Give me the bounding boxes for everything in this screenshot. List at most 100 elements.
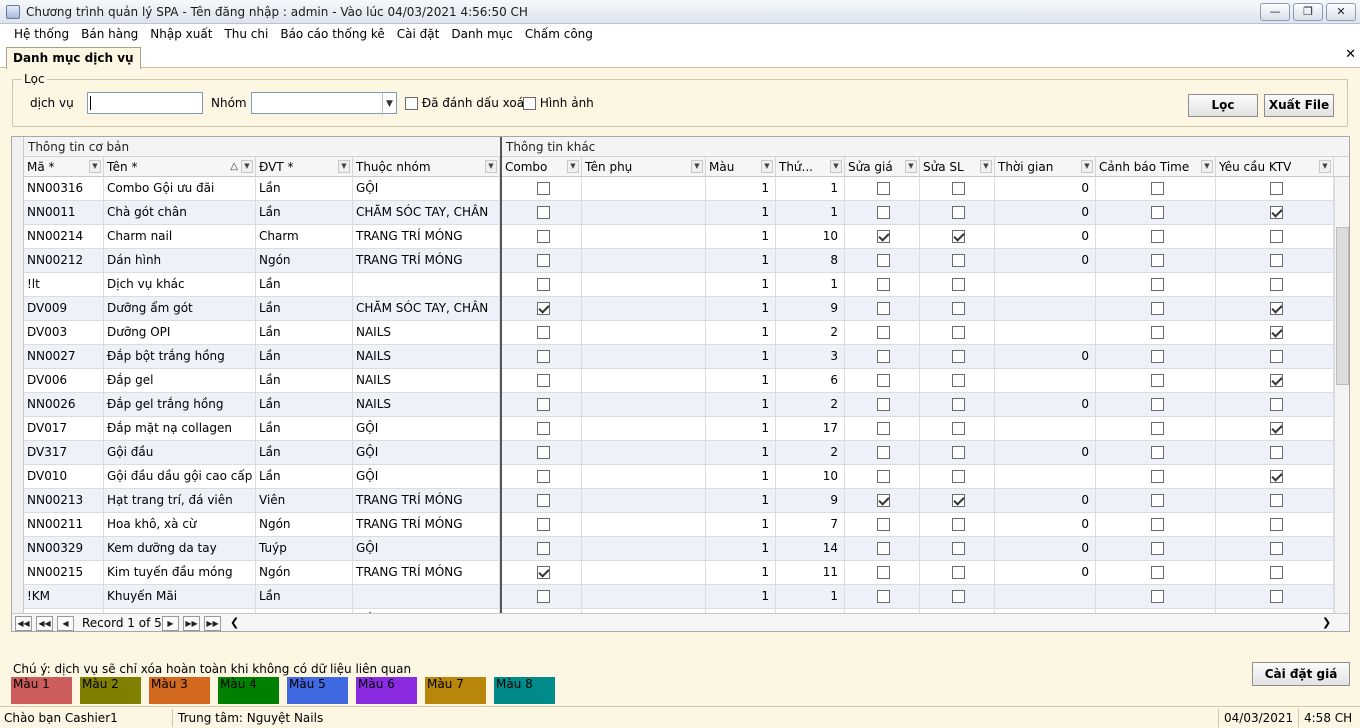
table-row[interactable]: NN00213 Hạt trang trí, đá viên Viên TRANG T… [12,489,1349,513]
prev-record-icon[interactable]: ◀ [57,616,74,631]
cell-color[interactable]: 1 [706,441,776,465]
cell-alt-name[interactable] [582,225,706,249]
filter-dropdown-icon[interactable]: ▼ [1201,160,1213,173]
menu-cai-dat[interactable]: Cài đặt [391,24,446,44]
checkbox-require-technician[interactable] [1269,182,1283,195]
export-button[interactable]: Xuất File [1264,94,1334,117]
cell-color[interactable]: 1 [706,393,776,417]
image-filter[interactable]: Hình ảnh [523,96,594,110]
cell-order[interactable]: 1 [776,177,845,201]
cell-color[interactable]: 1 [706,465,776,489]
cell-code[interactable]: NN00215 [24,561,104,585]
filter-dropdown-icon[interactable]: ▼ [89,160,101,173]
table-row[interactable]: DV317 Gội đầu Lần GỘI 1 2 0 [12,441,1349,465]
vertical-scrollbar[interactable] [1334,177,1349,613]
checkbox-time-warning[interactable] [1150,206,1164,219]
checkbox-combo[interactable] [536,422,550,435]
filter-dropdown-icon[interactable]: ▼ [830,160,842,173]
cell-unit[interactable]: Ngón [256,561,353,585]
column-header-name[interactable]: Tên * △ ▼ [104,157,256,177]
filter-dropdown-icon[interactable]: ▼ [485,160,497,173]
close-tab-icon[interactable]: ✕ [1345,48,1356,62]
cell-duration[interactable]: 0 [995,201,1096,225]
checkbox-edit-qty[interactable] [952,566,965,579]
menu-ban-hang[interactable]: Bán hàng [75,24,144,44]
column-header-time-warning[interactable]: Cảnh báo Time ▼ [1096,157,1216,177]
cell-alt-name[interactable] [582,369,706,393]
chevron-down-icon[interactable]: ▼ [382,93,396,115]
cell-alt-name[interactable] [582,297,706,321]
cell-alt-name[interactable] [582,273,706,297]
cell-duration[interactable]: 0 [995,441,1096,465]
cell-order[interactable]: 9 [776,297,845,321]
checkbox-require-technician[interactable] [1269,398,1283,411]
checkbox-edit-qty[interactable] [952,542,965,555]
band-splitter[interactable] [500,137,502,613]
table-row[interactable]: NN0011 Chà gót chân Lần CHĂM SÓC TAY, CHÂN 1… [12,201,1349,225]
checkbox-edit-qty[interactable] [952,182,965,195]
checkbox-edit-price[interactable] [877,446,890,459]
cell-group[interactable]: TRANG TRÍ MÓNG [353,561,500,585]
cell-group[interactable]: NAILS [353,393,500,417]
cell-duration[interactable]: 0 [995,177,1096,201]
cell-group[interactable]: NAILS [353,369,500,393]
filter-dropdown-icon[interactable]: ▼ [338,160,350,173]
cell-order[interactable]: 11 [776,561,845,585]
checkbox-edit-qty[interactable] [952,470,965,483]
cell-unit[interactable]: Lần [256,369,353,393]
cell-code[interactable]: DV009 [24,297,104,321]
cell-name[interactable]: Đắp gel [104,369,256,393]
checkbox-combo[interactable] [536,494,550,507]
column-header-require-technician[interactable]: Yêu cầu KTV ▼ [1216,157,1334,177]
cell-group[interactable]: GỘI [353,441,500,465]
column-header-order[interactable]: Thứ... ▼ [776,157,845,177]
column-header-combo[interactable]: Combo ▼ [502,157,582,177]
checkbox-require-technician[interactable] [1269,254,1283,267]
service-input[interactable] [87,92,203,114]
cell-code[interactable]: !lt [24,273,104,297]
table-row[interactable]: NN00316 Combo Gội ưu đãi Lần GỘI 1 1 0 [12,177,1349,201]
column-header-duration[interactable]: Thời gian ▼ [995,157,1096,177]
next-record-icon[interactable]: ▶ [162,616,179,631]
table-row[interactable]: !KM Khuyến Mãi Lần 1 1 [12,585,1349,609]
sort-ascending-icon[interactable]: △ [230,157,238,177]
checkbox-combo[interactable] [536,590,550,603]
checkbox-require-technician[interactable] [1269,494,1283,507]
cell-duration[interactable] [995,273,1096,297]
cell-duration[interactable] [995,417,1096,441]
checkbox-combo[interactable] [536,446,550,459]
checkbox-time-warning[interactable] [1150,590,1164,603]
cell-order[interactable]: 2 [776,321,845,345]
checkbox-edit-qty[interactable] [952,254,965,267]
table-row[interactable]: !lt Dịch vụ khác Lần 1 1 [12,273,1349,297]
image-checkbox[interactable] [523,97,536,110]
cell-alt-name[interactable] [582,537,706,561]
cell-alt-name[interactable] [582,201,706,225]
cell-name[interactable]: Dưỡng OPI [104,321,256,345]
cell-order[interactable]: 6 [776,369,845,393]
filter-dropdown-icon[interactable]: ▼ [1319,160,1331,173]
cell-order[interactable]: 14 [776,537,845,561]
checkbox-combo[interactable] [536,518,550,531]
table-row[interactable]: DV006 Đắp gel Lần NAILS 1 6 [12,369,1349,393]
cell-order[interactable]: 1 [776,585,845,609]
checkbox-edit-qty[interactable] [952,590,965,603]
checkbox-edit-price[interactable] [877,302,890,315]
cell-unit[interactable]: Lần [256,393,353,417]
checkbox-combo[interactable] [536,278,550,291]
cell-alt-name[interactable] [582,345,706,369]
cell-name[interactable]: Dịch vụ khác [104,273,256,297]
cell-duration[interactable]: 0 [995,513,1096,537]
color-swatch-4[interactable]: Màu 4 [218,677,279,704]
menu-thu-chi[interactable]: Thu chi [218,24,274,44]
checkbox-require-technician[interactable] [1269,302,1283,315]
cell-order[interactable]: 10 [776,465,845,489]
cell-group[interactable]: NAILS [353,321,500,345]
cell-color[interactable]: 1 [706,561,776,585]
cell-color[interactable]: 1 [706,585,776,609]
cell-group[interactable]: CHĂM SÓC TAY, CHÂN [353,297,500,321]
checkbox-require-technician[interactable] [1269,518,1283,531]
filter-dropdown-icon[interactable]: ▼ [1081,160,1093,173]
filter-dropdown-icon[interactable]: ▼ [980,160,992,173]
cell-alt-name[interactable] [582,561,706,585]
